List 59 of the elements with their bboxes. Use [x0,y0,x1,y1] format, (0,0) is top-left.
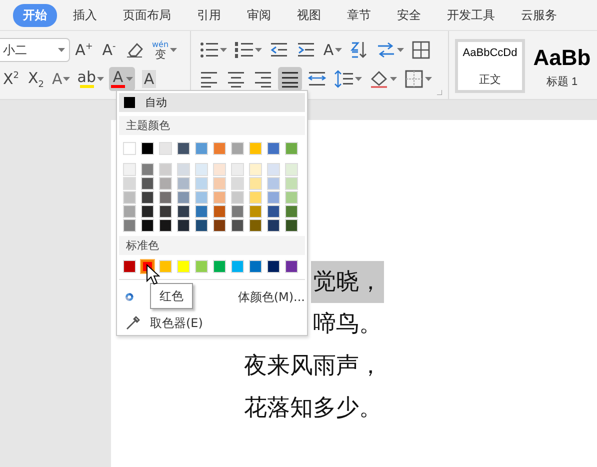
ribbon-tab[interactable]: 插入 [63,4,107,26]
ribbon-tab[interactable]: 开发工具 [437,4,505,26]
sort-icon [348,40,369,60]
format-button[interactable]: X$^{2}$ [0,67,22,91]
caret-icon [396,48,404,52]
swap-arrows-icon [376,40,396,60]
dialog-launcher-icon [437,90,442,95]
poem-line: 花落知多少。 [243,394,383,423]
caret-icon [255,48,262,52]
justify-icon [280,69,300,89]
font-color-button[interactable]: A [108,67,135,91]
format-button[interactable]: X$_{2}$ [25,67,47,91]
align-center-icon [226,69,246,89]
caret-icon [170,48,177,52]
numbered-list-icon [234,40,254,60]
menu-item[interactable]: 体颜色(M)... [238,288,305,306]
mouse-cursor-icon [146,264,160,285]
borders-icon [404,69,424,89]
align-right-icon [253,69,274,89]
ribbon-tab[interactable]: 引用 [187,4,231,26]
phonetic-guide-button[interactable]: wén 变 [150,38,179,62]
line-spacing-icon [334,69,354,89]
caret-icon [220,48,228,52]
text-effect-button[interactable]: A [50,67,72,91]
table-icon [410,40,431,60]
ribbon-tab[interactable]: 安全 [387,4,431,26]
ribbon-tab[interactable]: 审阅 [237,4,281,26]
poem-line: 夜来风雨声， [243,352,383,381]
font-size-field[interactable]: 小二 [0,38,70,62]
ribbon-tab[interactable]: 页面布局 [113,4,181,26]
poem-line: 啼鸟。 [312,310,383,339]
section-heading: 主题颜色 [119,116,305,135]
style-preset[interactable]: AaBb 标题 1 [527,39,597,93]
caret-icon [390,77,398,81]
tooltip: 红色 [150,283,193,309]
caret-icon [355,77,362,81]
caret-icon [63,77,70,81]
caret-icon [126,77,133,81]
eyedropper-icon [125,315,141,331]
caret-icon [334,48,342,52]
paint-bucket-icon [369,69,390,89]
automatic-color-item[interactable]: 自动 [119,93,305,112]
style-preset[interactable]: AaBbCcDd 正文 [455,39,525,93]
ribbon-tab[interactable]: 云服务 [511,4,567,26]
menu-item[interactable]: 取色器(E) [150,314,203,332]
format-button[interactable]: A$^{+}$ [73,38,95,62]
caret-icon [58,48,65,52]
highlight-button[interactable]: ab [75,67,106,91]
justify-button[interactable] [278,67,302,91]
ribbon-tab[interactable]: 章节 [337,4,381,26]
ribbon-tab[interactable]: 视图 [287,4,331,26]
eraser-icon [125,40,145,60]
format-button[interactable]: A$^{-}$ [98,38,120,62]
caret-icon [425,77,432,81]
align-left-icon [199,69,220,89]
bulleted-list-icon [199,40,220,60]
caret-icon [96,77,104,81]
section-heading: 标准色 [119,236,305,255]
text-direction-button[interactable]: A [321,38,344,62]
